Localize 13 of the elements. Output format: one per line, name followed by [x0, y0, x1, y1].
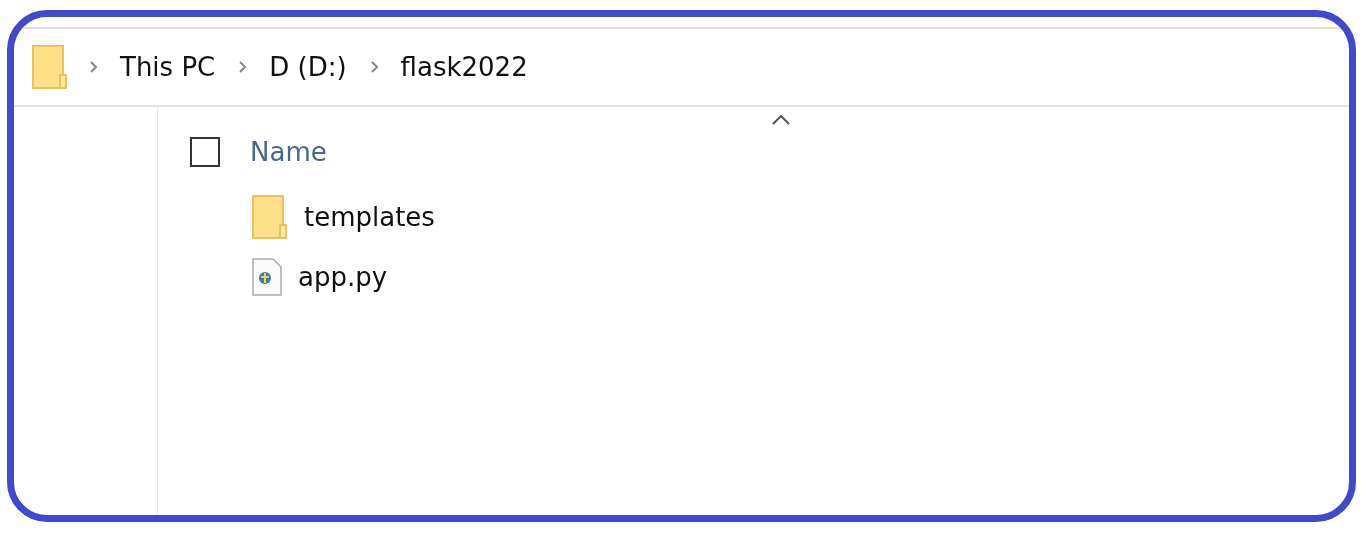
- folder-icon: [32, 45, 68, 89]
- column-header[interactable]: Name: [250, 137, 327, 167]
- chevron-icon: [239, 61, 248, 73]
- python-file-icon: [252, 258, 282, 296]
- chevron-icon: [90, 61, 98, 73]
- breadcrumb-item[interactable]: flask2022: [400, 52, 528, 82]
- folder-icon: [252, 195, 288, 239]
- breadcrumb-item[interactable]: This PC: [120, 52, 216, 82]
- file-name[interactable]: templates: [304, 202, 435, 232]
- file-name[interactable]: app.py: [298, 262, 388, 292]
- select-all-checkbox[interactable]: [190, 137, 220, 167]
- chevron-icon: [370, 61, 379, 73]
- breadcrumb-item[interactable]: D (D:): [269, 52, 347, 82]
